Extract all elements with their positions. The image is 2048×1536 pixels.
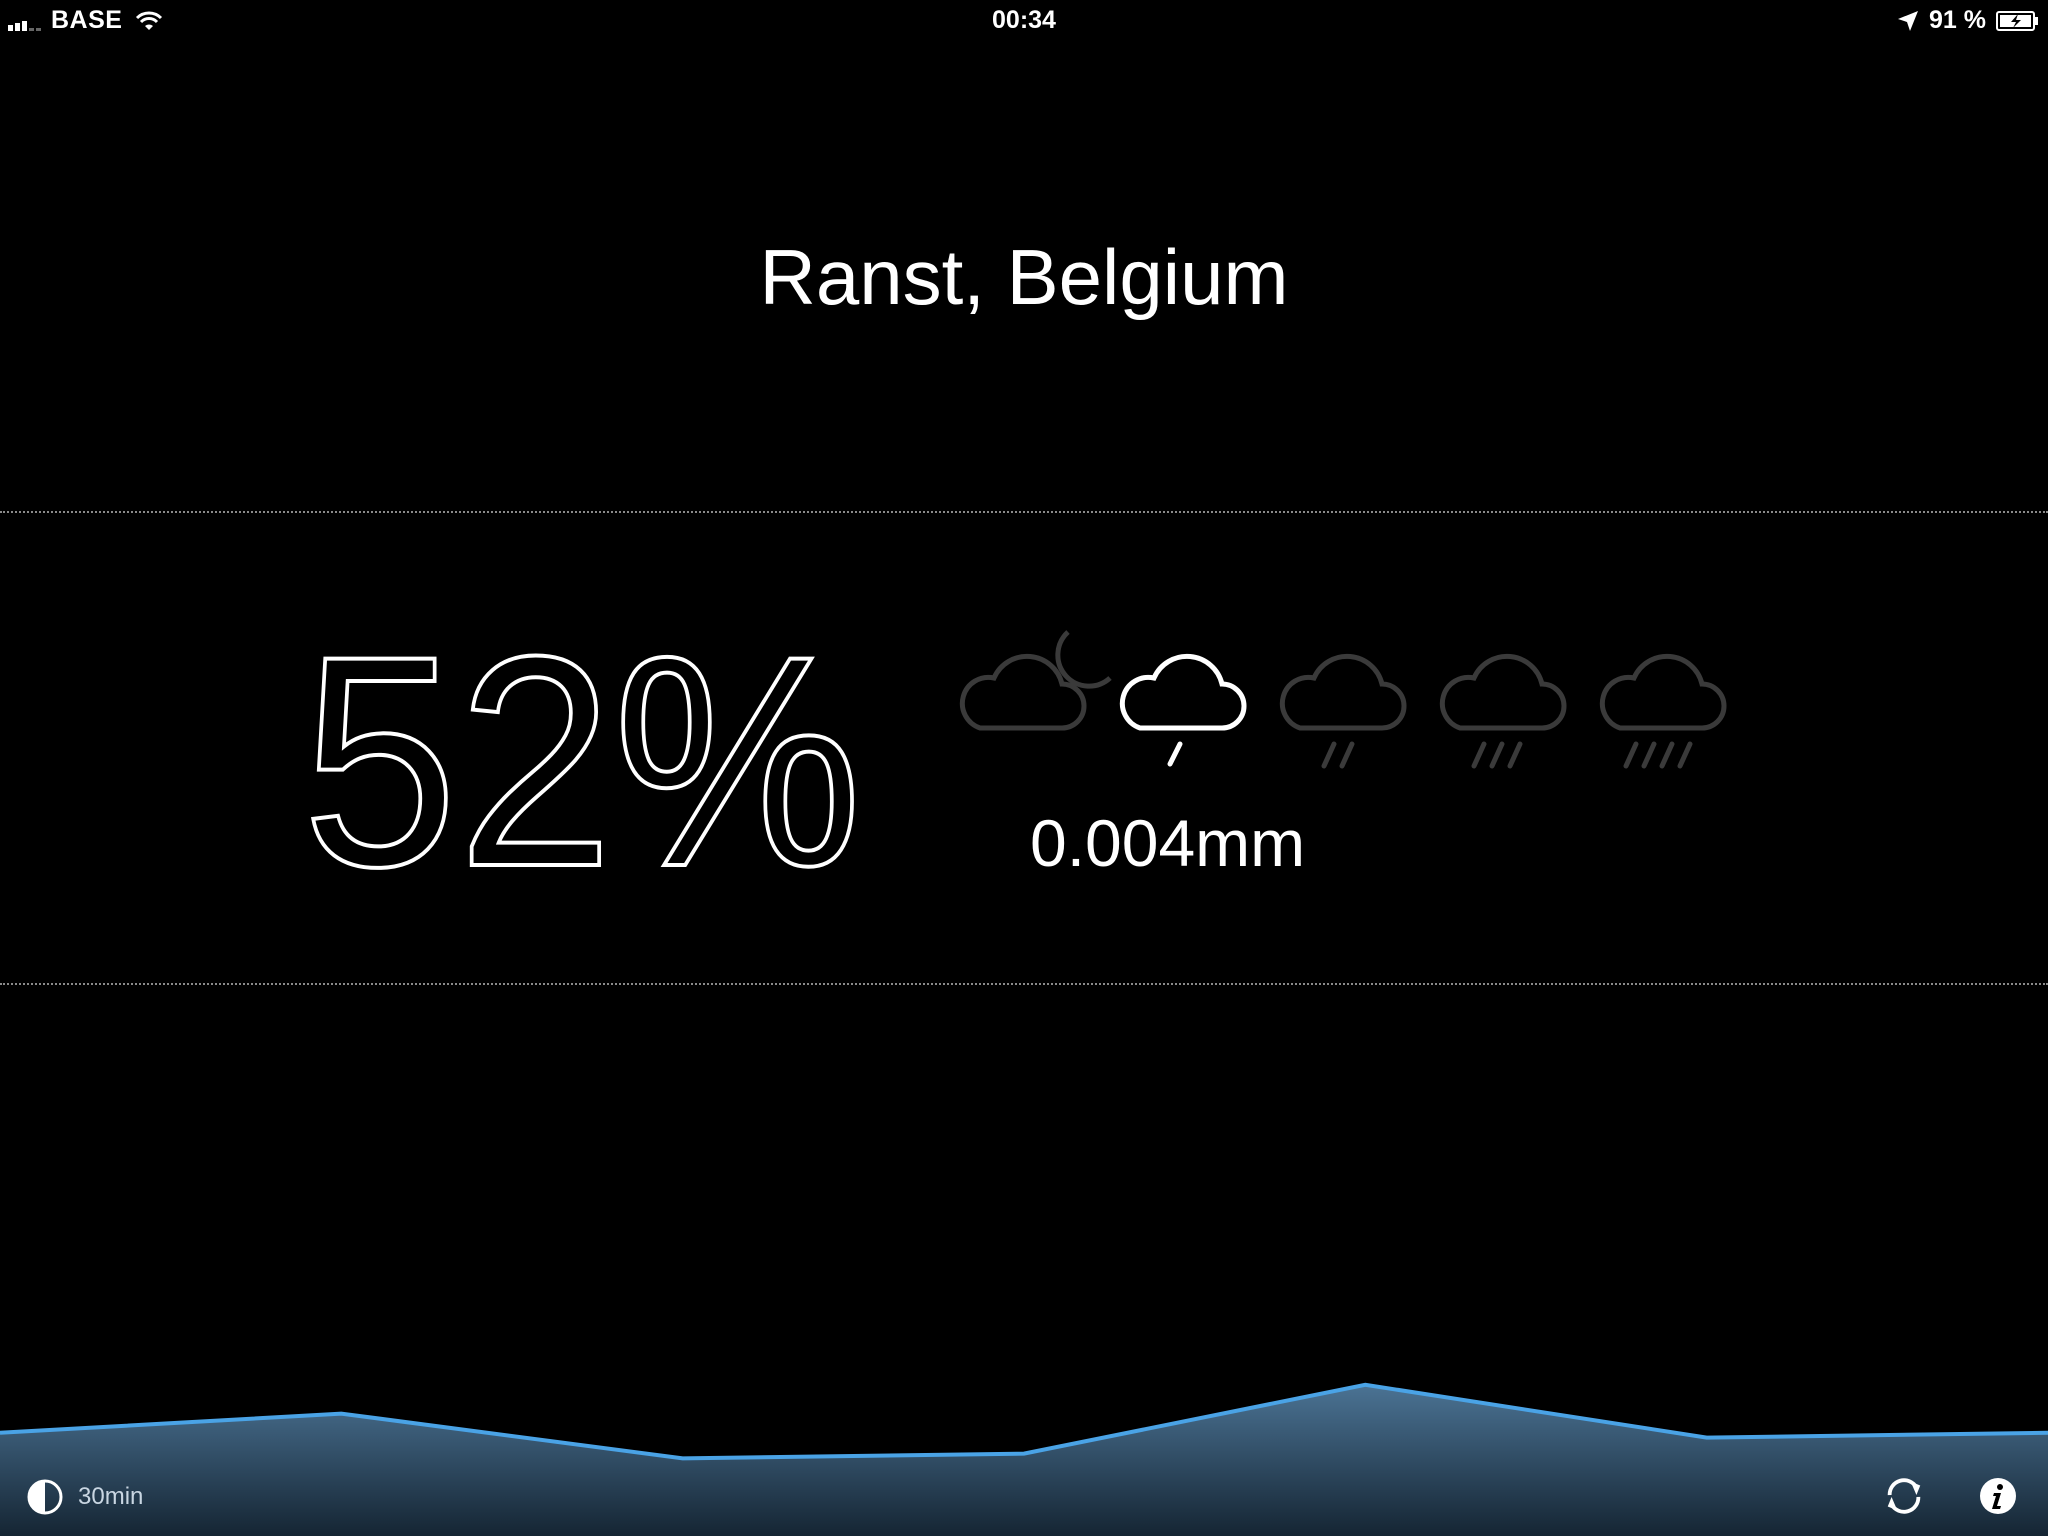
info-button[interactable] (1976, 1474, 2020, 1518)
status-right: 91 % (1897, 6, 2040, 35)
location-arrow-icon (1898, 10, 1919, 31)
info-icon[interactable] (1979, 1477, 2017, 1515)
refresh-button[interactable] (1882, 1474, 1926, 1518)
moderate-rain-icon (1279, 653, 1407, 769)
battery-charging-icon (1996, 10, 2038, 31)
precipitation-amount: 0.004mm (1030, 806, 1306, 880)
light-rain-icon (1119, 653, 1247, 767)
bottom-divider (0, 983, 2048, 985)
top-divider (0, 511, 2048, 513)
battery-percentage: 91 % (1929, 6, 1986, 34)
interval-label[interactable]: 30min (78, 1483, 143, 1511)
partly-cloudy-night-icon (959, 630, 1112, 731)
refresh-icon[interactable] (1882, 1475, 1926, 1517)
location-title: Ranst, Belgium (759, 233, 1289, 321)
status-time: 00:34 (992, 6, 1056, 34)
toolbar-right (1832, 1474, 2020, 1518)
precipitation-intensity-icons (950, 620, 1730, 790)
chart-area (0, 1384, 2048, 1536)
precipitation-chance: 52% (310, 600, 864, 900)
very-heavy-rain-icon (1599, 653, 1727, 769)
interval-control[interactable]: 30min (26, 1478, 143, 1516)
app-screen: BASE 00:34 91 % Ranst, Belgium 52% 0.004… (0, 0, 2048, 1536)
precipitation-chance-text: 52% (310, 600, 862, 900)
precipitation-chart (0, 1382, 2048, 1536)
heavy-rain-icon (1439, 653, 1567, 769)
half-circle-icon[interactable] (26, 1478, 64, 1516)
status-bar: BASE 00:34 91 % (0, 0, 2048, 40)
